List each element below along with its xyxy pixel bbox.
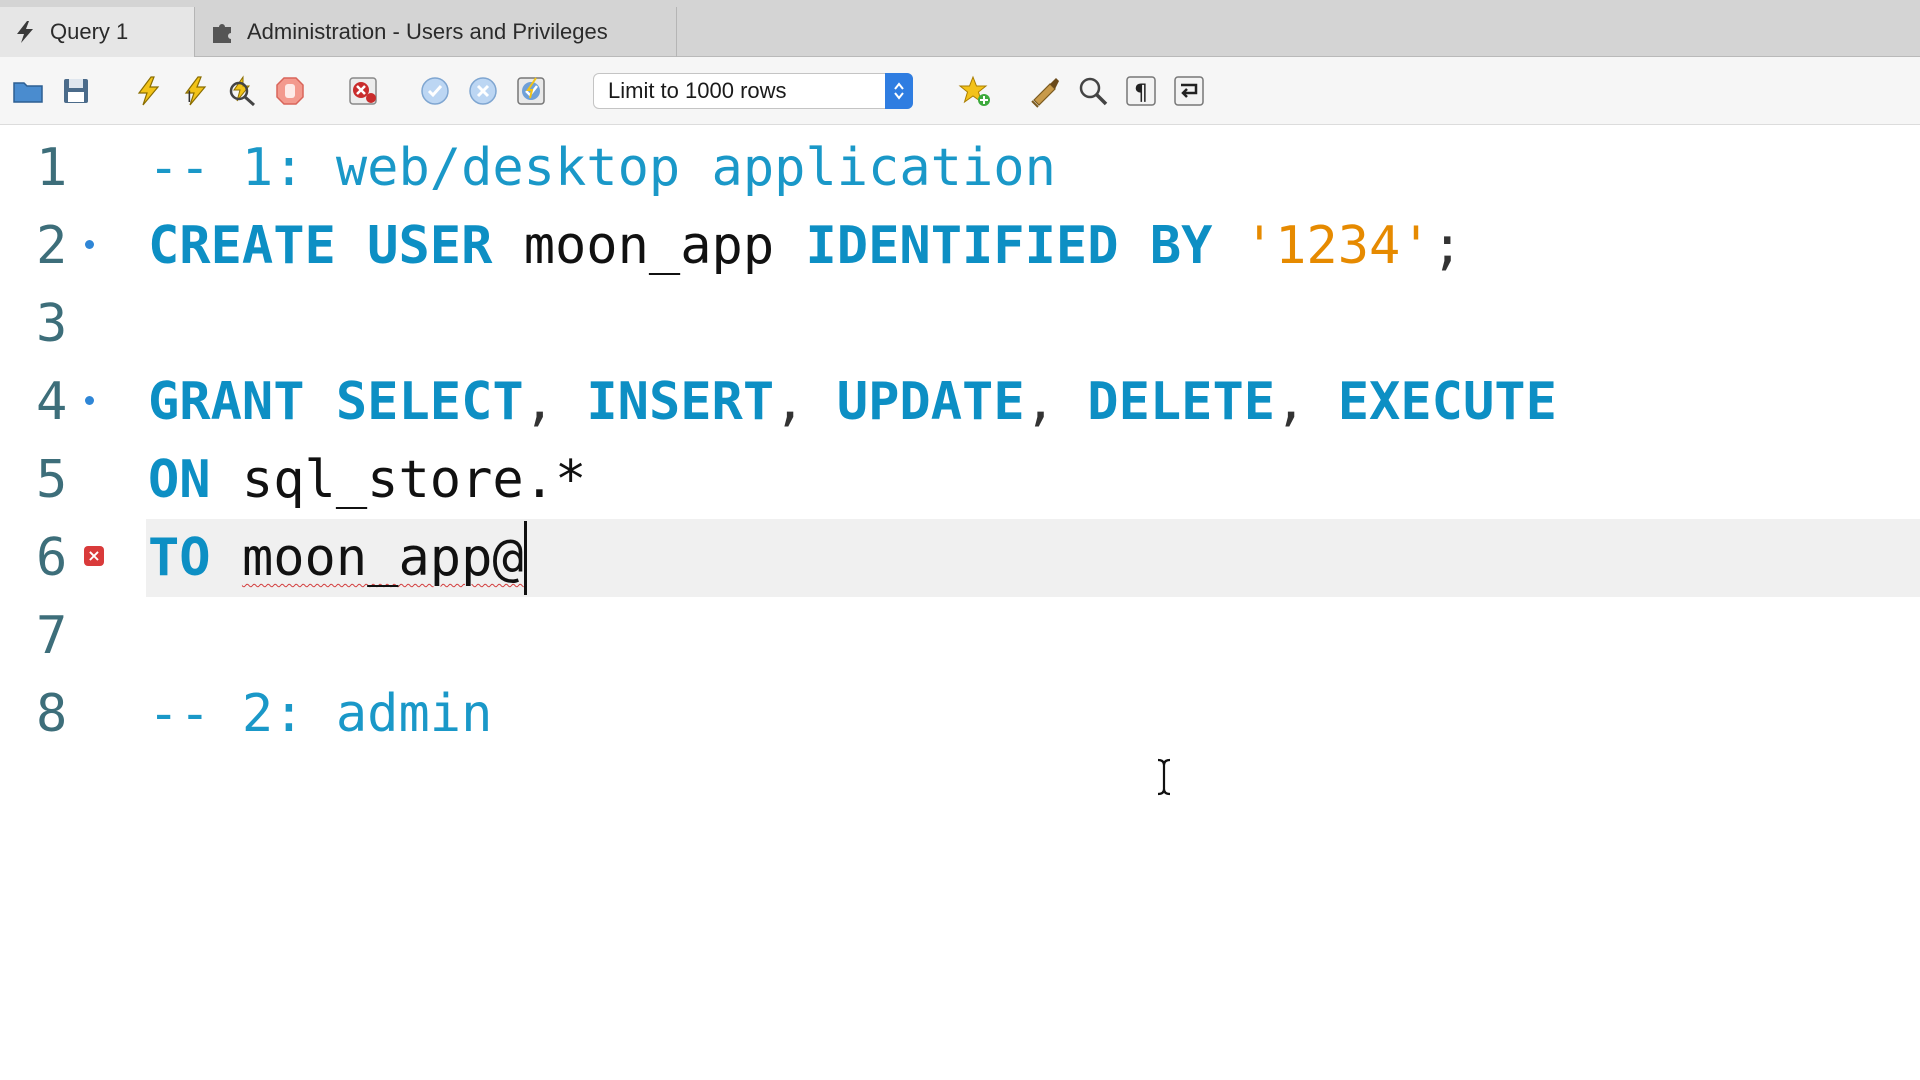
syntax-error-icon[interactable]: ×: [84, 546, 104, 566]
code-token: ON: [148, 450, 211, 510]
svg-text:I: I: [187, 87, 192, 106]
code-token: -- 2: admin: [148, 684, 493, 744]
code-text: CREATE USER moon_app IDENTIFIED BY '1234…: [148, 207, 1463, 285]
statement-marker-icon: [85, 240, 94, 249]
line-number: 7: [36, 606, 68, 666]
execute-icon[interactable]: [130, 73, 166, 109]
code-token: ,: [523, 372, 587, 432]
tab-query-1[interactable]: Query 1: [0, 7, 195, 57]
code-token: moon_app@: [241, 528, 524, 588]
code-token: -- 1: web/desktop application: [148, 138, 1056, 198]
code-token: USER: [367, 216, 493, 276]
code-text: -- 1: web/desktop application: [148, 129, 1056, 207]
code-token: IDENTIFIED: [805, 216, 1119, 276]
limit-rows-select[interactable]: Limit to 1000 rows: [593, 73, 913, 109]
code-token: sql_store.*: [210, 450, 587, 510]
code-token: ,: [1275, 372, 1338, 432]
editor-toolbar: I Limit to 1000 rows ¶: [0, 57, 1920, 125]
code-token: DELETE: [1087, 372, 1276, 432]
tab-bar: Query 1 Administration - Users and Privi…: [0, 0, 1920, 57]
chevron-updown-icon: [885, 73, 913, 109]
add-snippet-icon[interactable]: [957, 73, 993, 109]
line-number: 2: [36, 216, 68, 276]
code-token: EXECUTE: [1337, 372, 1557, 432]
code-token: moon_app: [492, 216, 806, 276]
code-token: TO: [148, 528, 211, 588]
code-text: GRANT SELECT, INSERT, UPDATE, DELETE, EX…: [148, 363, 1557, 441]
tab-administration[interactable]: Administration - Users and Privileges: [195, 7, 677, 57]
code-token: ,: [1024, 372, 1088, 432]
line-number: 8: [36, 684, 68, 744]
lightning-icon: [12, 19, 38, 45]
code-token: GRANT: [148, 372, 305, 432]
find-icon[interactable]: [1075, 73, 1111, 109]
commit-icon[interactable]: [417, 73, 453, 109]
save-icon[interactable]: [58, 73, 94, 109]
stop-icon[interactable]: [272, 73, 308, 109]
beautify-icon[interactable]: [1027, 73, 1063, 109]
puzzle-icon: [209, 19, 235, 45]
code-token: UPDATE: [836, 372, 1025, 432]
tab-label: Administration - Users and Privileges: [247, 19, 608, 44]
code-token: INSERT: [586, 372, 775, 432]
code-token: ,: [774, 372, 837, 432]
text-caret: [523, 521, 527, 595]
editor-line[interactable]: 4 GRANT SELECT, INSERT, UPDATE, DELETE, E…: [0, 363, 1920, 441]
code-token: CREATE: [148, 216, 336, 276]
limit-rows-value: Limit to 1000 rows: [608, 78, 787, 103]
line-number: 5: [36, 450, 68, 510]
editor-line[interactable]: 3: [0, 285, 1920, 363]
svg-text:¶: ¶: [1134, 81, 1148, 106]
rollback-icon[interactable]: [465, 73, 501, 109]
sql-editor[interactable]: 1 -- 1: web/desktop application 2 CREATE US…: [0, 126, 1920, 1080]
tab-label: Query 1: [50, 19, 129, 44]
code-text: ON sql_store.*: [148, 441, 586, 519]
code-token: SELECT: [335, 372, 524, 432]
explain-icon[interactable]: [224, 73, 260, 109]
execute-current-icon[interactable]: I: [177, 73, 213, 109]
editor-line[interactable]: 7: [0, 597, 1920, 675]
editor-line[interactable]: 5 ON sql_store.*: [0, 441, 1920, 519]
editor-line[interactable]: 8 -- 2: admin: [0, 675, 1920, 753]
invisible-chars-icon[interactable]: ¶: [1123, 73, 1159, 109]
toggle-error-icon[interactable]: [345, 73, 381, 109]
editor-line[interactable]: 6 × TO moon_app@: [0, 519, 1920, 597]
autocommit-icon[interactable]: [513, 73, 549, 109]
code-token: BY: [1149, 216, 1213, 276]
statement-marker-icon: [85, 396, 94, 405]
code-text: TO moon_app@: [148, 519, 527, 597]
text-cursor-icon: [1157, 758, 1171, 796]
code-text: -- 2: admin: [148, 675, 492, 753]
editor-line[interactable]: 2 CREATE USER moon_app IDENTIFIED BY '123…: [0, 207, 1920, 285]
open-folder-icon[interactable]: [10, 73, 46, 109]
line-number: 4: [36, 372, 68, 432]
editor-line[interactable]: 1 -- 1: web/desktop application: [0, 129, 1920, 207]
code-token: '1234': [1243, 216, 1432, 276]
line-number: 3: [36, 294, 68, 354]
line-number: 6: [36, 528, 68, 588]
wrap-lines-icon[interactable]: [1171, 73, 1207, 109]
code-token: ;: [1431, 216, 1463, 276]
line-number: 1: [36, 138, 68, 198]
